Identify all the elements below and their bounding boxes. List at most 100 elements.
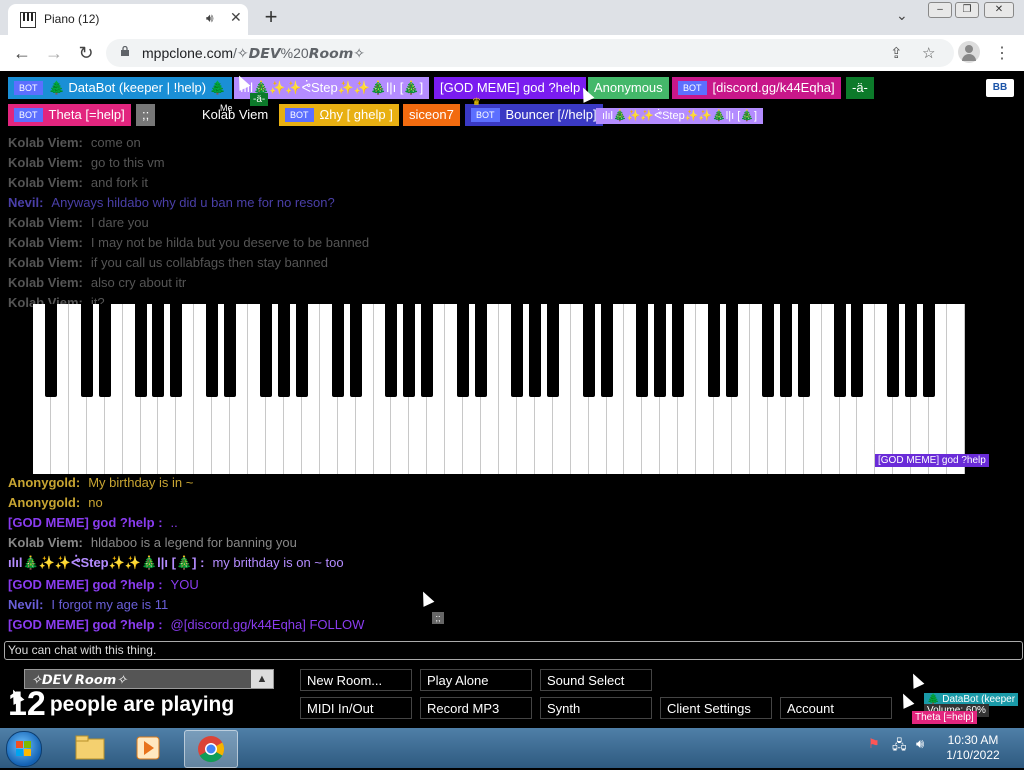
user-tag[interactable]: ;; bbox=[136, 104, 156, 126]
black-key[interactable] bbox=[277, 304, 290, 397]
black-key[interactable] bbox=[905, 304, 918, 397]
white-key[interactable] bbox=[947, 304, 965, 474]
url-text: mppclone.com/✧𝘿𝙀𝙑%20𝙍𝙤𝙤𝙢✧ bbox=[142, 45, 365, 62]
black-key[interactable] bbox=[475, 304, 488, 397]
play-alone-button[interactable]: Play Alone bbox=[420, 669, 532, 691]
user-tag[interactable]: BOT Ωhy [ ghelp ] bbox=[279, 104, 399, 126]
user-tag[interactable]: Kolab Viem bbox=[196, 104, 275, 126]
user-tag[interactable]: BOT Bouncer [//help] bbox=[465, 104, 603, 126]
bb-button[interactable]: BB bbox=[986, 79, 1014, 97]
black-key[interactable] bbox=[331, 304, 344, 397]
tab-search-chevron-icon[interactable]: ⌄ bbox=[896, 7, 908, 24]
minimize-icon[interactable]: – bbox=[928, 2, 952, 18]
explorer-taskbar-icon[interactable] bbox=[64, 730, 116, 766]
chat-text: and fork it bbox=[90, 175, 148, 190]
black-key[interactable] bbox=[600, 304, 613, 397]
black-key[interactable] bbox=[708, 304, 721, 397]
tab-piano[interactable]: Piano (12) 🔊︎ ✕ bbox=[8, 4, 248, 35]
black-key[interactable] bbox=[797, 304, 810, 397]
chat-text: also cry about itr bbox=[90, 275, 187, 290]
url-field[interactable]: mppclone.com/✧𝘿𝙀𝙑%20𝙍𝙤𝙤𝙢✧ ⇪ ☆ bbox=[106, 39, 954, 67]
player-count: 12 people are playing bbox=[8, 685, 234, 724]
user-tag[interactable]: BOT Theta [=help] bbox=[8, 104, 131, 126]
client-settings-button[interactable]: Client Settings bbox=[660, 697, 772, 719]
user-tag[interactable]: ılıl🎄✨✨ᕚStep✨✨🎄l|ı [🎄] bbox=[596, 108, 764, 124]
black-key[interactable] bbox=[510, 304, 523, 397]
cursor-tag-theta: Theta [=help] bbox=[912, 711, 977, 724]
black-key[interactable] bbox=[457, 304, 470, 397]
restore-icon[interactable]: ❐ bbox=[955, 2, 979, 18]
user-name: Ωhy [ ghelp ] bbox=[319, 107, 393, 122]
black-key[interactable] bbox=[726, 304, 738, 397]
volume-icon[interactable]: 🔊︎ bbox=[916, 736, 924, 752]
black-key[interactable] bbox=[80, 304, 93, 397]
share-icon[interactable]: ⇪ bbox=[890, 44, 903, 62]
black-key[interactable] bbox=[403, 304, 416, 397]
black-key[interactable] bbox=[761, 304, 774, 397]
synth-button[interactable]: Synth bbox=[540, 697, 652, 719]
black-key[interactable] bbox=[260, 304, 272, 397]
start-button[interactable] bbox=[6, 731, 42, 767]
black-key[interactable] bbox=[582, 304, 595, 397]
system-clock[interactable]: 10:30 AM 1/10/2022 bbox=[940, 733, 1006, 763]
chrome-taskbar-icon[interactable] bbox=[184, 730, 238, 768]
black-key[interactable] bbox=[170, 304, 183, 397]
black-key[interactable] bbox=[779, 304, 792, 397]
tab-close-icon[interactable]: ✕ bbox=[230, 9, 242, 26]
chat-input[interactable]: You can chat with this thing. bbox=[4, 641, 1023, 660]
chat-text: hldaboo is a legend for banning you bbox=[90, 535, 297, 550]
media-player-taskbar-icon[interactable] bbox=[122, 730, 174, 766]
new-room-button[interactable]: New Room... bbox=[300, 669, 412, 691]
black-key[interactable] bbox=[546, 304, 559, 397]
bookmark-star-icon[interactable]: ☆ bbox=[922, 44, 935, 62]
black-key[interactable] bbox=[851, 304, 864, 397]
back-arrow-icon[interactable]: ← bbox=[11, 43, 33, 63]
black-key[interactable] bbox=[98, 304, 111, 397]
black-key[interactable] bbox=[295, 304, 308, 397]
black-key[interactable] bbox=[44, 304, 57, 397]
dropdown-arrow-icon[interactable]: ▲ bbox=[251, 670, 273, 688]
black-key[interactable] bbox=[923, 304, 936, 397]
black-key[interactable] bbox=[349, 304, 362, 397]
account-button[interactable]: Account bbox=[780, 697, 892, 719]
user-tag[interactable]: -ä- bbox=[846, 77, 874, 99]
tab-title: Piano (12) bbox=[44, 12, 100, 26]
black-key[interactable] bbox=[134, 304, 147, 397]
user-tag[interactable]: Anonymous bbox=[588, 77, 669, 99]
sound-select-button[interactable]: Sound Select bbox=[540, 669, 652, 691]
record-mp3-button[interactable]: Record MP3 bbox=[420, 697, 532, 719]
user-name: siceon7 bbox=[409, 107, 454, 122]
midi-in-out-button[interactable]: MIDI In/Out bbox=[300, 697, 412, 719]
black-key[interactable] bbox=[206, 304, 219, 397]
black-key[interactable] bbox=[654, 304, 667, 397]
user-tag[interactable]: [GOD MEME] god ?help bbox=[434, 77, 587, 99]
menu-kebab-icon[interactable]: ⋮ bbox=[994, 43, 1010, 63]
new-tab-icon[interactable]: + bbox=[260, 4, 282, 30]
player-count-text: people are playing bbox=[49, 693, 235, 716]
black-key[interactable] bbox=[421, 304, 434, 397]
chat-text: I dare you bbox=[90, 215, 149, 230]
black-key[interactable] bbox=[528, 304, 541, 397]
window-close-icon[interactable]: ✕ bbox=[984, 2, 1014, 18]
network-icon[interactable]: 🖧︎ bbox=[892, 736, 907, 758]
speaker-icon[interactable]: 🔊︎ bbox=[206, 11, 214, 26]
black-key[interactable] bbox=[224, 304, 237, 397]
user-tag[interactable]: BOT 🌲 DataBot (keeper | !help) 🌲 bbox=[8, 77, 232, 99]
chat-author: Kolab Viem: bbox=[8, 235, 83, 250]
forward-arrow-icon[interactable]: → bbox=[43, 43, 65, 63]
reload-icon[interactable]: ↻ bbox=[75, 43, 97, 63]
chat-message: Kolab Viem: hldaboo is a legend for banni… bbox=[8, 533, 297, 553]
user-tag[interactable]: BOT [discord.gg/k44Eqha] bbox=[672, 77, 841, 99]
black-key[interactable] bbox=[887, 304, 900, 397]
chat-message: Anonygold: no bbox=[8, 493, 103, 513]
black-key[interactable] bbox=[636, 304, 649, 397]
black-key[interactable] bbox=[833, 304, 846, 397]
black-key[interactable] bbox=[152, 304, 165, 397]
profile-avatar[interactable] bbox=[958, 41, 980, 63]
piano-keyboard[interactable] bbox=[33, 304, 965, 474]
action-center-flag-icon[interactable]: ⚑ bbox=[868, 736, 880, 752]
black-key[interactable] bbox=[385, 304, 398, 397]
black-key[interactable] bbox=[672, 304, 685, 397]
lock-icon bbox=[121, 46, 129, 56]
user-tag[interactable]: siceon7 bbox=[403, 104, 460, 126]
